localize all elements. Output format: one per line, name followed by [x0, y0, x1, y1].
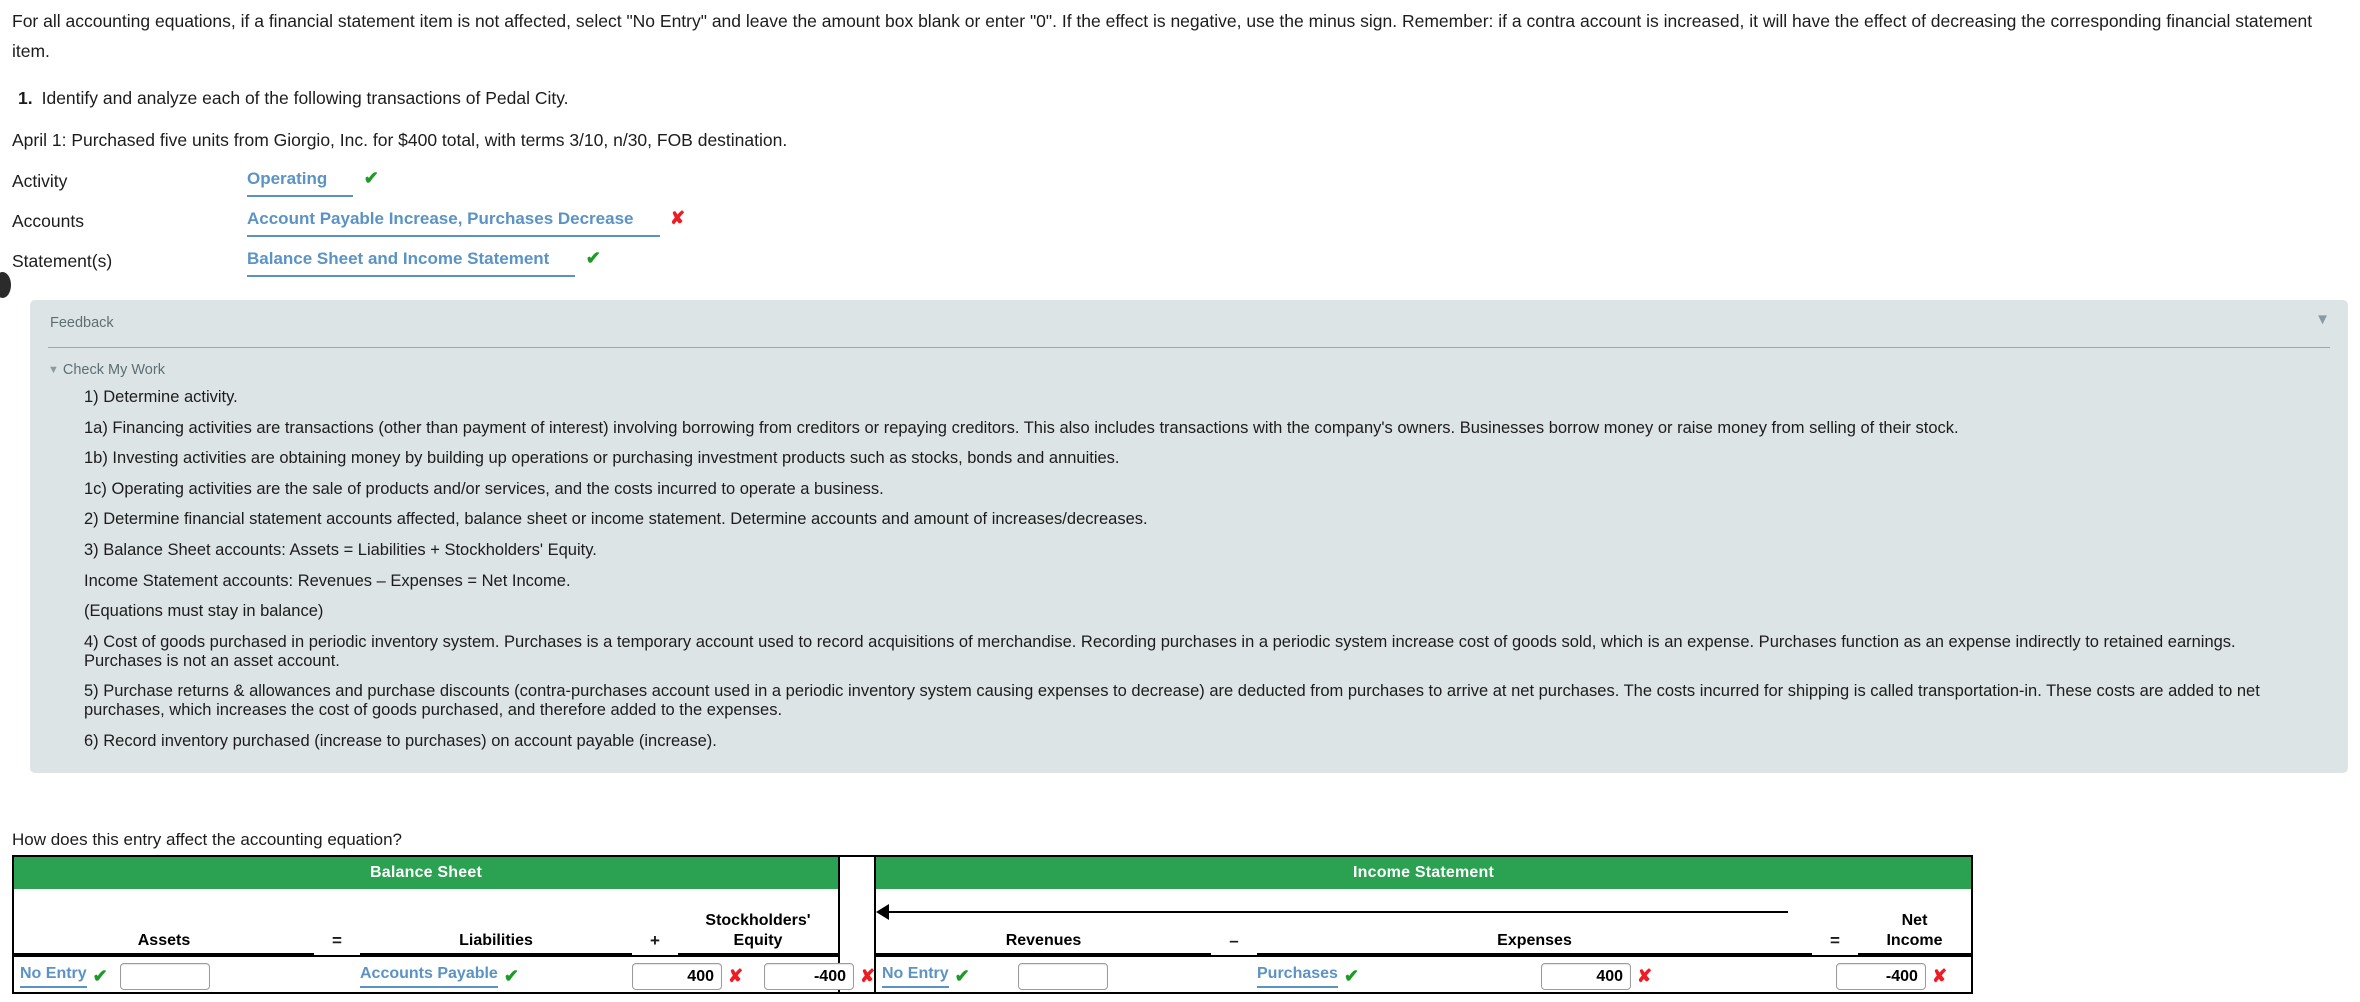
check-icon: ✔: [954, 966, 970, 986]
page-edge-artifact: [0, 272, 11, 298]
worksheet-page: For all accounting equations, if a finan…: [0, 0, 2360, 1002]
revenues-cell: No Entry ✔: [876, 957, 1211, 996]
header-stockholders-equity: Stockholders' Equity: [678, 911, 838, 955]
check-icon: ✔: [585, 248, 601, 268]
cross-icon: ✘: [728, 966, 744, 986]
revenues-amount-input[interactable]: [1017, 963, 1108, 990]
liabilities-amount-input[interactable]: [632, 963, 722, 990]
balance-sheet-column-headers: Assets = Liabilities + Stockholders' Equ…: [14, 889, 838, 955]
feedback-line: (Equations must stay in balance): [84, 602, 324, 621]
feedback-line: 2) Determine financial statement account…: [84, 510, 1148, 529]
liabilities-amount-cell: ✘: [632, 957, 764, 996]
header-expenses: Expenses: [1257, 911, 1812, 955]
operator-minus: –: [1229, 931, 1239, 950]
question-number: 1.: [18, 88, 33, 108]
feedback-line: 1) Determine activity.: [84, 388, 238, 406]
income-statement-side: Income Statement Revenues – Expenses = N…: [874, 857, 1971, 992]
table-gap: [840, 857, 874, 992]
header-stockholders-label: Stockholders': [705, 912, 811, 929]
header-liabilities-label: Liabilities: [459, 932, 533, 949]
check-icon: ✔: [1343, 966, 1360, 986]
balance-sheet-entry-row: No Entry ✔ = Accounts Payable ✔ ✘ ✘: [14, 955, 875, 996]
header-income-label: Income: [1886, 932, 1943, 949]
feedback-line: Income Statement accounts: Revenues – Ex…: [84, 571, 571, 590]
feedback-line: 1b) Investing activities are obtaining m…: [84, 449, 1120, 468]
revenues-account-select[interactable]: No Entry: [882, 965, 949, 988]
feedback-line: 1c) Operating activities are the sale of…: [84, 479, 884, 498]
header-assets-label: Assets: [137, 932, 191, 949]
header-revenues: Revenues: [876, 911, 1211, 955]
answer-value-statements-wrap: Balance Sheet and Income Statement ✔: [247, 248, 601, 277]
question-text: Identify and analyze each of the followi…: [41, 88, 569, 108]
accounting-equation-table: Balance Sheet Assets = Liabilities + Sto…: [12, 855, 1973, 994]
feedback-title: Feedback: [50, 315, 114, 331]
answer-label-accounts: Accounts: [12, 211, 84, 231]
caret-down-icon: ▼: [48, 364, 59, 376]
transaction-text: April 1: Purchased five units from Giorg…: [12, 130, 788, 150]
income-statement-column-headers: Revenues – Expenses = Net Income: [876, 889, 1971, 955]
answer-value-accounts[interactable]: Account Payable Increase, Purchases Decr…: [247, 208, 660, 237]
operator-plus: +: [650, 931, 660, 950]
header-equity-label: Equity: [733, 932, 783, 949]
answer-value-accounts-wrap: Account Payable Increase, Purchases Decr…: [247, 208, 685, 237]
answer-row-statements: Statement(s) Balance Sheet and Income St…: [12, 248, 912, 288]
cross-icon: ✘: [669, 208, 686, 228]
check-my-work-toggle[interactable]: ▼ Check My Work: [30, 348, 2348, 378]
liabilities-account-select[interactable]: Accounts Payable: [360, 965, 498, 988]
check-my-work-label: Check My Work: [62, 362, 165, 378]
income-statement-entry-row: No Entry ✔ - Purchases ✔ ✘ ✘: [876, 955, 1971, 996]
answer-label-activity: Activity: [12, 171, 68, 191]
assets-account-select[interactable]: No Entry: [20, 965, 87, 988]
net-income-amount-cell: ✘: [1812, 957, 1971, 996]
instructions-paragraph: For all accounting equations, if a finan…: [12, 11, 2313, 61]
gap-header-blank: [840, 857, 874, 889]
answer-row-accounts: Accounts Account Payable Increase, Purch…: [12, 208, 912, 248]
answer-value-activity-wrap: Operating ✔: [247, 168, 379, 197]
equation-prompt: How does this entry affect the accountin…: [12, 830, 402, 849]
header-assets: Assets: [14, 911, 314, 955]
operator-equals: =: [332, 931, 342, 950]
feedback-line: 5) Purchase returns & allowances and pur…: [84, 682, 2260, 720]
feedback-header: Feedback ▼: [30, 300, 2348, 344]
balance-sheet-side: Balance Sheet Assets = Liabilities + Sto…: [14, 857, 875, 992]
cross-icon: ✘: [1931, 966, 1948, 986]
check-icon: ✔: [503, 966, 519, 986]
answer-value-statements[interactable]: Balance Sheet and Income Statement: [247, 248, 576, 277]
income-statement-header: Income Statement: [876, 857, 1971, 889]
answer-row-activity: Activity Operating ✔: [12, 168, 912, 208]
assets-amount-input[interactable]: [119, 963, 210, 990]
feedback-panel: Feedback ▼ ▼ Check My Work 1) Determine a…: [30, 300, 2348, 773]
answer-rows: Activity Operating ✔ Accounts Account Pa…: [12, 168, 912, 288]
expenses-account-select[interactable]: Purchases: [1257, 965, 1338, 988]
header-net-label: Net: [1901, 912, 1928, 929]
header-expenses-label: Expenses: [1497, 932, 1572, 949]
header-liabilities: Liabilities: [360, 911, 632, 955]
net-income-amount-input[interactable]: [1835, 963, 1926, 990]
feedback-line: 3) Balance Sheet accounts: Assets = Liab…: [84, 540, 597, 559]
chevron-down-icon[interactable]: ▼: [2315, 312, 2330, 327]
expenses-cell: Purchases ✔ ✘: [1257, 957, 1812, 996]
balance-sheet-header: Balance Sheet: [14, 857, 838, 889]
feedback-body: 1) Determine activity. 1a) Financing act…: [30, 378, 2348, 773]
header-net-income: Net Income: [1858, 911, 1971, 955]
feedback-line: 1a) Financing activities are transaction…: [84, 418, 1959, 437]
header-revenues-label: Revenues: [1005, 932, 1082, 949]
feedback-line: 4) Cost of goods purchased in periodic i…: [84, 632, 2236, 670]
expenses-amount-input[interactable]: [1541, 963, 1632, 990]
check-icon: ✔: [92, 966, 108, 986]
operator-equals-2: =: [1830, 931, 1840, 950]
cross-icon: ✘: [1637, 966, 1653, 986]
question-line: 1. Identify and analyze each of the follo…: [18, 86, 569, 110]
answer-value-activity[interactable]: Operating: [247, 168, 354, 197]
answer-label-statements: Statement(s): [12, 251, 113, 271]
liabilities-cell: Accounts Payable ✔: [360, 957, 632, 996]
assets-cell: No Entry ✔: [14, 957, 314, 996]
feedback-line: 6) Record inventory purchased (increase …: [84, 731, 717, 750]
check-icon: ✔: [363, 168, 379, 188]
